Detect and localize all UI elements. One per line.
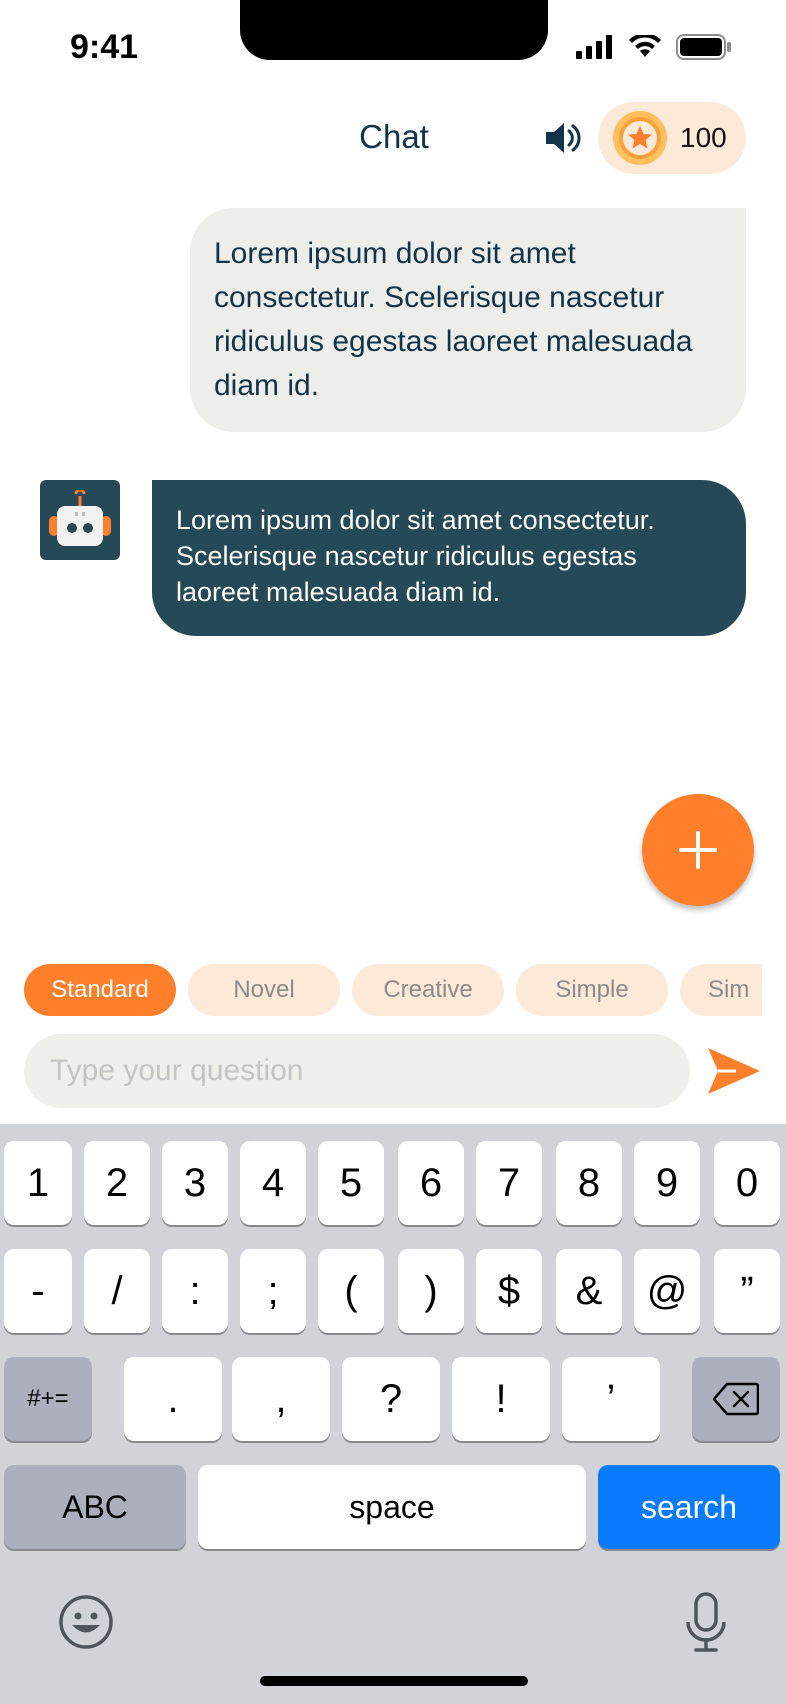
key-colon[interactable]: : (162, 1249, 228, 1333)
key-apostrophe[interactable]: ’ (562, 1357, 660, 1441)
bot-message-bubble: Lorem ipsum dolor sit amet consectetur. … (152, 480, 746, 636)
emoji-icon[interactable] (58, 1594, 114, 1650)
key-close-paren[interactable]: ) (398, 1249, 464, 1333)
key-hyphen[interactable]: - (4, 1249, 72, 1333)
key-0[interactable]: 0 (714, 1141, 780, 1225)
question-input[interactable] (48, 1053, 666, 1089)
key-9[interactable]: 9 (634, 1141, 700, 1225)
home-indicator (260, 1676, 528, 1686)
key-period[interactable]: . (124, 1357, 222, 1441)
question-input-container (24, 1034, 690, 1108)
key-3[interactable]: 3 (162, 1141, 228, 1225)
key-1[interactable]: 1 (4, 1141, 72, 1225)
user-message-bubble: Lorem ipsum dolor sit amet consectetur. … (190, 208, 746, 432)
key-6[interactable]: 6 (398, 1141, 464, 1225)
key-7[interactable]: 7 (476, 1141, 542, 1225)
key-open-paren[interactable]: ( (318, 1249, 384, 1333)
key-slash[interactable]: / (84, 1249, 150, 1333)
key-question[interactable]: ? (342, 1357, 440, 1441)
status-icons (576, 34, 732, 60)
key-ampersand[interactable]: & (556, 1249, 622, 1333)
key-comma[interactable]: , (232, 1357, 330, 1441)
key-at[interactable]: @ (634, 1249, 700, 1333)
coin-count: 100 (680, 122, 727, 153)
key-4[interactable]: 4 (240, 1141, 306, 1225)
key-exclamation[interactable]: ! (452, 1357, 550, 1441)
device-notch (240, 0, 548, 60)
chip-sim[interactable]: Sim (680, 964, 762, 1016)
key-abc[interactable]: ABC (4, 1465, 186, 1549)
page-title: Chat (359, 118, 429, 155)
key-2[interactable]: 2 (84, 1141, 150, 1225)
speaker-icon[interactable] (542, 118, 582, 158)
key-dollar[interactable]: $ (476, 1249, 542, 1333)
backspace-icon (713, 1382, 759, 1416)
chip-creative[interactable]: Creative (352, 964, 504, 1016)
chip-novel[interactable]: Novel (188, 964, 340, 1016)
delete-key[interactable] (692, 1357, 780, 1441)
bot-avatar (40, 480, 120, 560)
key-5[interactable]: 5 (318, 1141, 384, 1225)
add-button[interactable] (642, 794, 754, 906)
keyboard: 1 2 3 4 5 6 7 8 9 0 - / : ; ( ) $ & @ ” … (0, 1124, 786, 1704)
microphone-icon[interactable] (684, 1592, 728, 1654)
robot-icon (49, 490, 111, 546)
chip-standard[interactable]: Standard (24, 964, 176, 1016)
key-more-symbols[interactable]: #+= (4, 1357, 92, 1441)
send-icon[interactable] (706, 1046, 762, 1096)
wifi-icon (629, 35, 661, 57)
coin-balance[interactable]: 100 (598, 102, 746, 174)
key-search[interactable]: search (598, 1465, 780, 1549)
key-quote[interactable]: ” (714, 1249, 780, 1333)
status-time: 9:41 (70, 28, 139, 66)
key-space[interactable]: space (198, 1465, 586, 1549)
plus-icon (679, 831, 717, 869)
key-semicolon[interactable]: ; (240, 1249, 306, 1333)
battery-icon (676, 34, 731, 60)
cellular-signal-icon (576, 35, 612, 59)
mode-chips: Standard Novel Creative Simple Sim (24, 964, 762, 1016)
key-8[interactable]: 8 (556, 1141, 622, 1225)
coin-star-icon (613, 111, 667, 165)
chip-simple[interactable]: Simple (516, 964, 668, 1016)
